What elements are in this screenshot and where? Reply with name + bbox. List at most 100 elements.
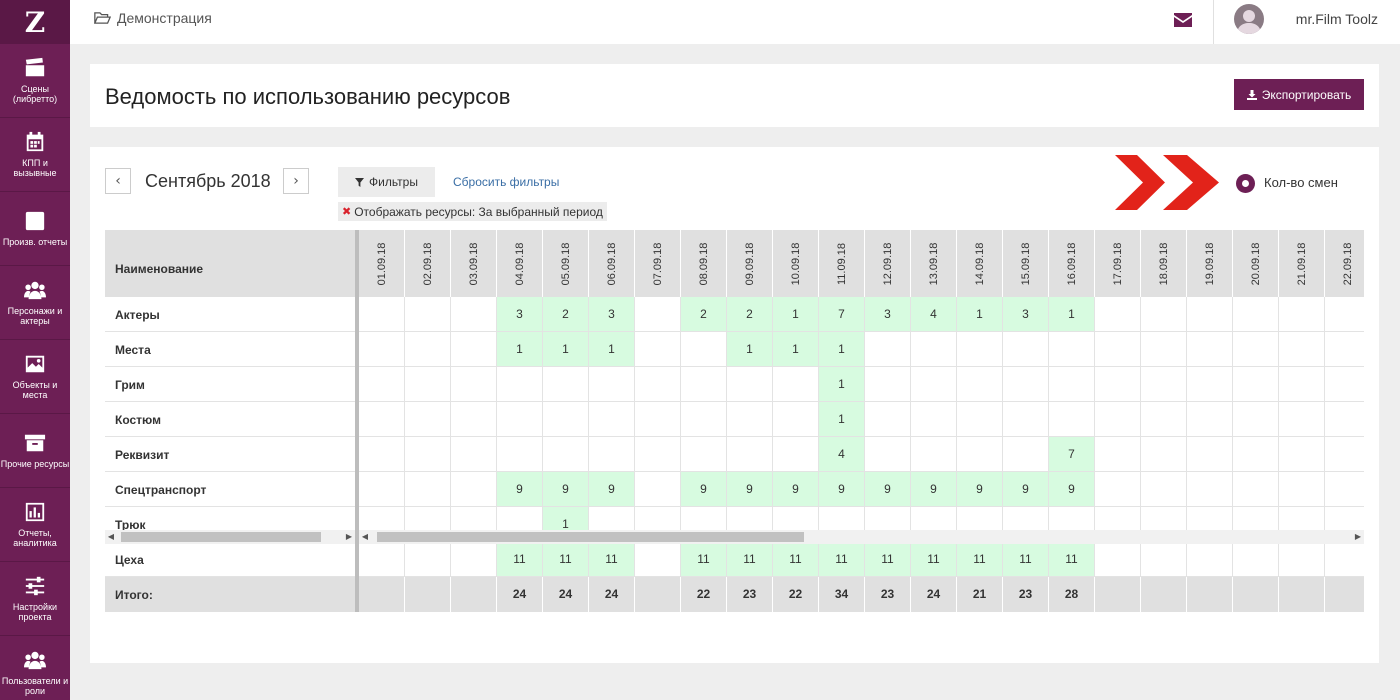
table-cell[interactable] <box>1233 437 1279 471</box>
table-cell[interactable]: 11 <box>681 542 727 576</box>
table-cell[interactable] <box>635 332 681 366</box>
table-cell[interactable] <box>1279 332 1325 366</box>
table-cell[interactable] <box>451 402 497 436</box>
table-cell[interactable]: 9 <box>681 472 727 506</box>
close-icon[interactable]: ✖ <box>342 205 351 218</box>
table-cell[interactable] <box>405 402 451 436</box>
table-cell[interactable]: 1 <box>727 332 773 366</box>
table-cell[interactable] <box>1003 367 1049 401</box>
table-cell[interactable]: 3 <box>497 297 543 331</box>
logo[interactable]: Z <box>0 0 70 44</box>
table-cell[interactable] <box>1095 542 1141 576</box>
table-cell[interactable] <box>1325 402 1364 436</box>
table-cell[interactable] <box>1095 437 1141 471</box>
table-cell[interactable]: 9 <box>911 472 957 506</box>
sidebar-item-schedule[interactable]: КПП и вызывные <box>0 118 70 192</box>
table-cell[interactable]: 4 <box>819 437 865 471</box>
table-cell[interactable] <box>1141 472 1187 506</box>
table-cell[interactable] <box>865 437 911 471</box>
table-cell[interactable]: 1 <box>819 402 865 436</box>
table-cell[interactable] <box>727 402 773 436</box>
table-cell[interactable] <box>1095 367 1141 401</box>
table-cell[interactable]: 1 <box>543 332 589 366</box>
table-cell[interactable] <box>911 402 957 436</box>
table-cell[interactable] <box>1325 542 1364 576</box>
table-cell[interactable]: 11 <box>819 542 865 576</box>
table-cell[interactable] <box>1187 437 1233 471</box>
table-cell[interactable] <box>359 402 405 436</box>
table-cell[interactable]: 3 <box>865 297 911 331</box>
table-cell[interactable] <box>451 542 497 576</box>
table-cell[interactable] <box>1141 542 1187 576</box>
table-cell[interactable] <box>589 402 635 436</box>
table-cell[interactable] <box>451 437 497 471</box>
table-cell[interactable] <box>1095 402 1141 436</box>
table-cell[interactable] <box>865 402 911 436</box>
table-cell[interactable]: 1 <box>957 297 1003 331</box>
next-month-button[interactable]: › <box>283 168 309 194</box>
prev-month-button[interactable]: ‹ <box>105 168 131 194</box>
table-cell[interactable]: 11 <box>865 542 911 576</box>
table-cell[interactable] <box>1141 332 1187 366</box>
table-cell[interactable] <box>1233 332 1279 366</box>
table-cell[interactable] <box>1141 437 1187 471</box>
table-cell[interactable] <box>405 472 451 506</box>
table-cell[interactable] <box>635 472 681 506</box>
table-cell[interactable] <box>497 367 543 401</box>
table-cell[interactable] <box>1095 297 1141 331</box>
table-cell[interactable]: 9 <box>497 472 543 506</box>
table-cell[interactable] <box>497 437 543 471</box>
scroll-left-arrow-icon[interactable]: ◀ <box>105 530 117 544</box>
table-cell[interactable] <box>359 332 405 366</box>
table-cell[interactable] <box>957 332 1003 366</box>
table-cell[interactable] <box>1095 472 1141 506</box>
table-cell[interactable] <box>1003 402 1049 436</box>
table-cell[interactable] <box>957 402 1003 436</box>
table-cell[interactable] <box>635 297 681 331</box>
table-cell[interactable]: 9 <box>773 472 819 506</box>
table-cell[interactable] <box>911 437 957 471</box>
table-cell[interactable] <box>589 437 635 471</box>
table-cell[interactable] <box>681 332 727 366</box>
table-cell[interactable] <box>497 402 543 436</box>
sidebar-item-characters[interactable]: Персонажи и актеры <box>0 266 70 340</box>
filter-chip[interactable]: ✖ Отображать ресурсы: За выбранный перио… <box>338 202 607 221</box>
table-cell[interactable] <box>359 472 405 506</box>
table-cell[interactable] <box>451 297 497 331</box>
sidebar-item-locations[interactable]: Объекты и места <box>0 340 70 414</box>
scroll-left-arrow-icon[interactable]: ◀ <box>359 530 371 544</box>
table-cell[interactable] <box>635 437 681 471</box>
table-cell[interactable]: 9 <box>819 472 865 506</box>
table-cell[interactable]: 1 <box>819 367 865 401</box>
table-cell[interactable] <box>1003 332 1049 366</box>
table-cell[interactable] <box>681 402 727 436</box>
table-cell[interactable] <box>773 367 819 401</box>
table-cell[interactable] <box>911 332 957 366</box>
table-cell[interactable] <box>1187 402 1233 436</box>
table-cell[interactable]: 11 <box>543 542 589 576</box>
table-cell[interactable] <box>1325 367 1364 401</box>
username[interactable]: mr.Film Toolz <box>1296 11 1378 27</box>
table-cell[interactable] <box>405 542 451 576</box>
table-cell[interactable] <box>1095 332 1141 366</box>
table-cell[interactable]: 2 <box>727 297 773 331</box>
table-cell[interactable] <box>911 367 957 401</box>
table-cell[interactable] <box>359 297 405 331</box>
table-cell[interactable] <box>1049 332 1095 366</box>
table-cell[interactable] <box>359 367 405 401</box>
table-cell[interactable]: 11 <box>727 542 773 576</box>
table-cell[interactable]: 1 <box>819 332 865 366</box>
table-cell[interactable] <box>543 437 589 471</box>
table-cell[interactable] <box>1141 367 1187 401</box>
table-cell[interactable]: 1 <box>773 332 819 366</box>
table-cell[interactable]: 11 <box>911 542 957 576</box>
table-cell[interactable]: 9 <box>543 472 589 506</box>
table-cell[interactable]: 9 <box>727 472 773 506</box>
table-cell[interactable]: 1 <box>589 332 635 366</box>
sidebar-item-settings[interactable]: Настройки проекта <box>0 562 70 636</box>
scrollbar-thumb[interactable] <box>377 532 804 542</box>
table-cell[interactable]: 9 <box>865 472 911 506</box>
table-cell[interactable]: 11 <box>1049 542 1095 576</box>
table-cell[interactable] <box>1003 437 1049 471</box>
table-cell[interactable]: 9 <box>1049 472 1095 506</box>
